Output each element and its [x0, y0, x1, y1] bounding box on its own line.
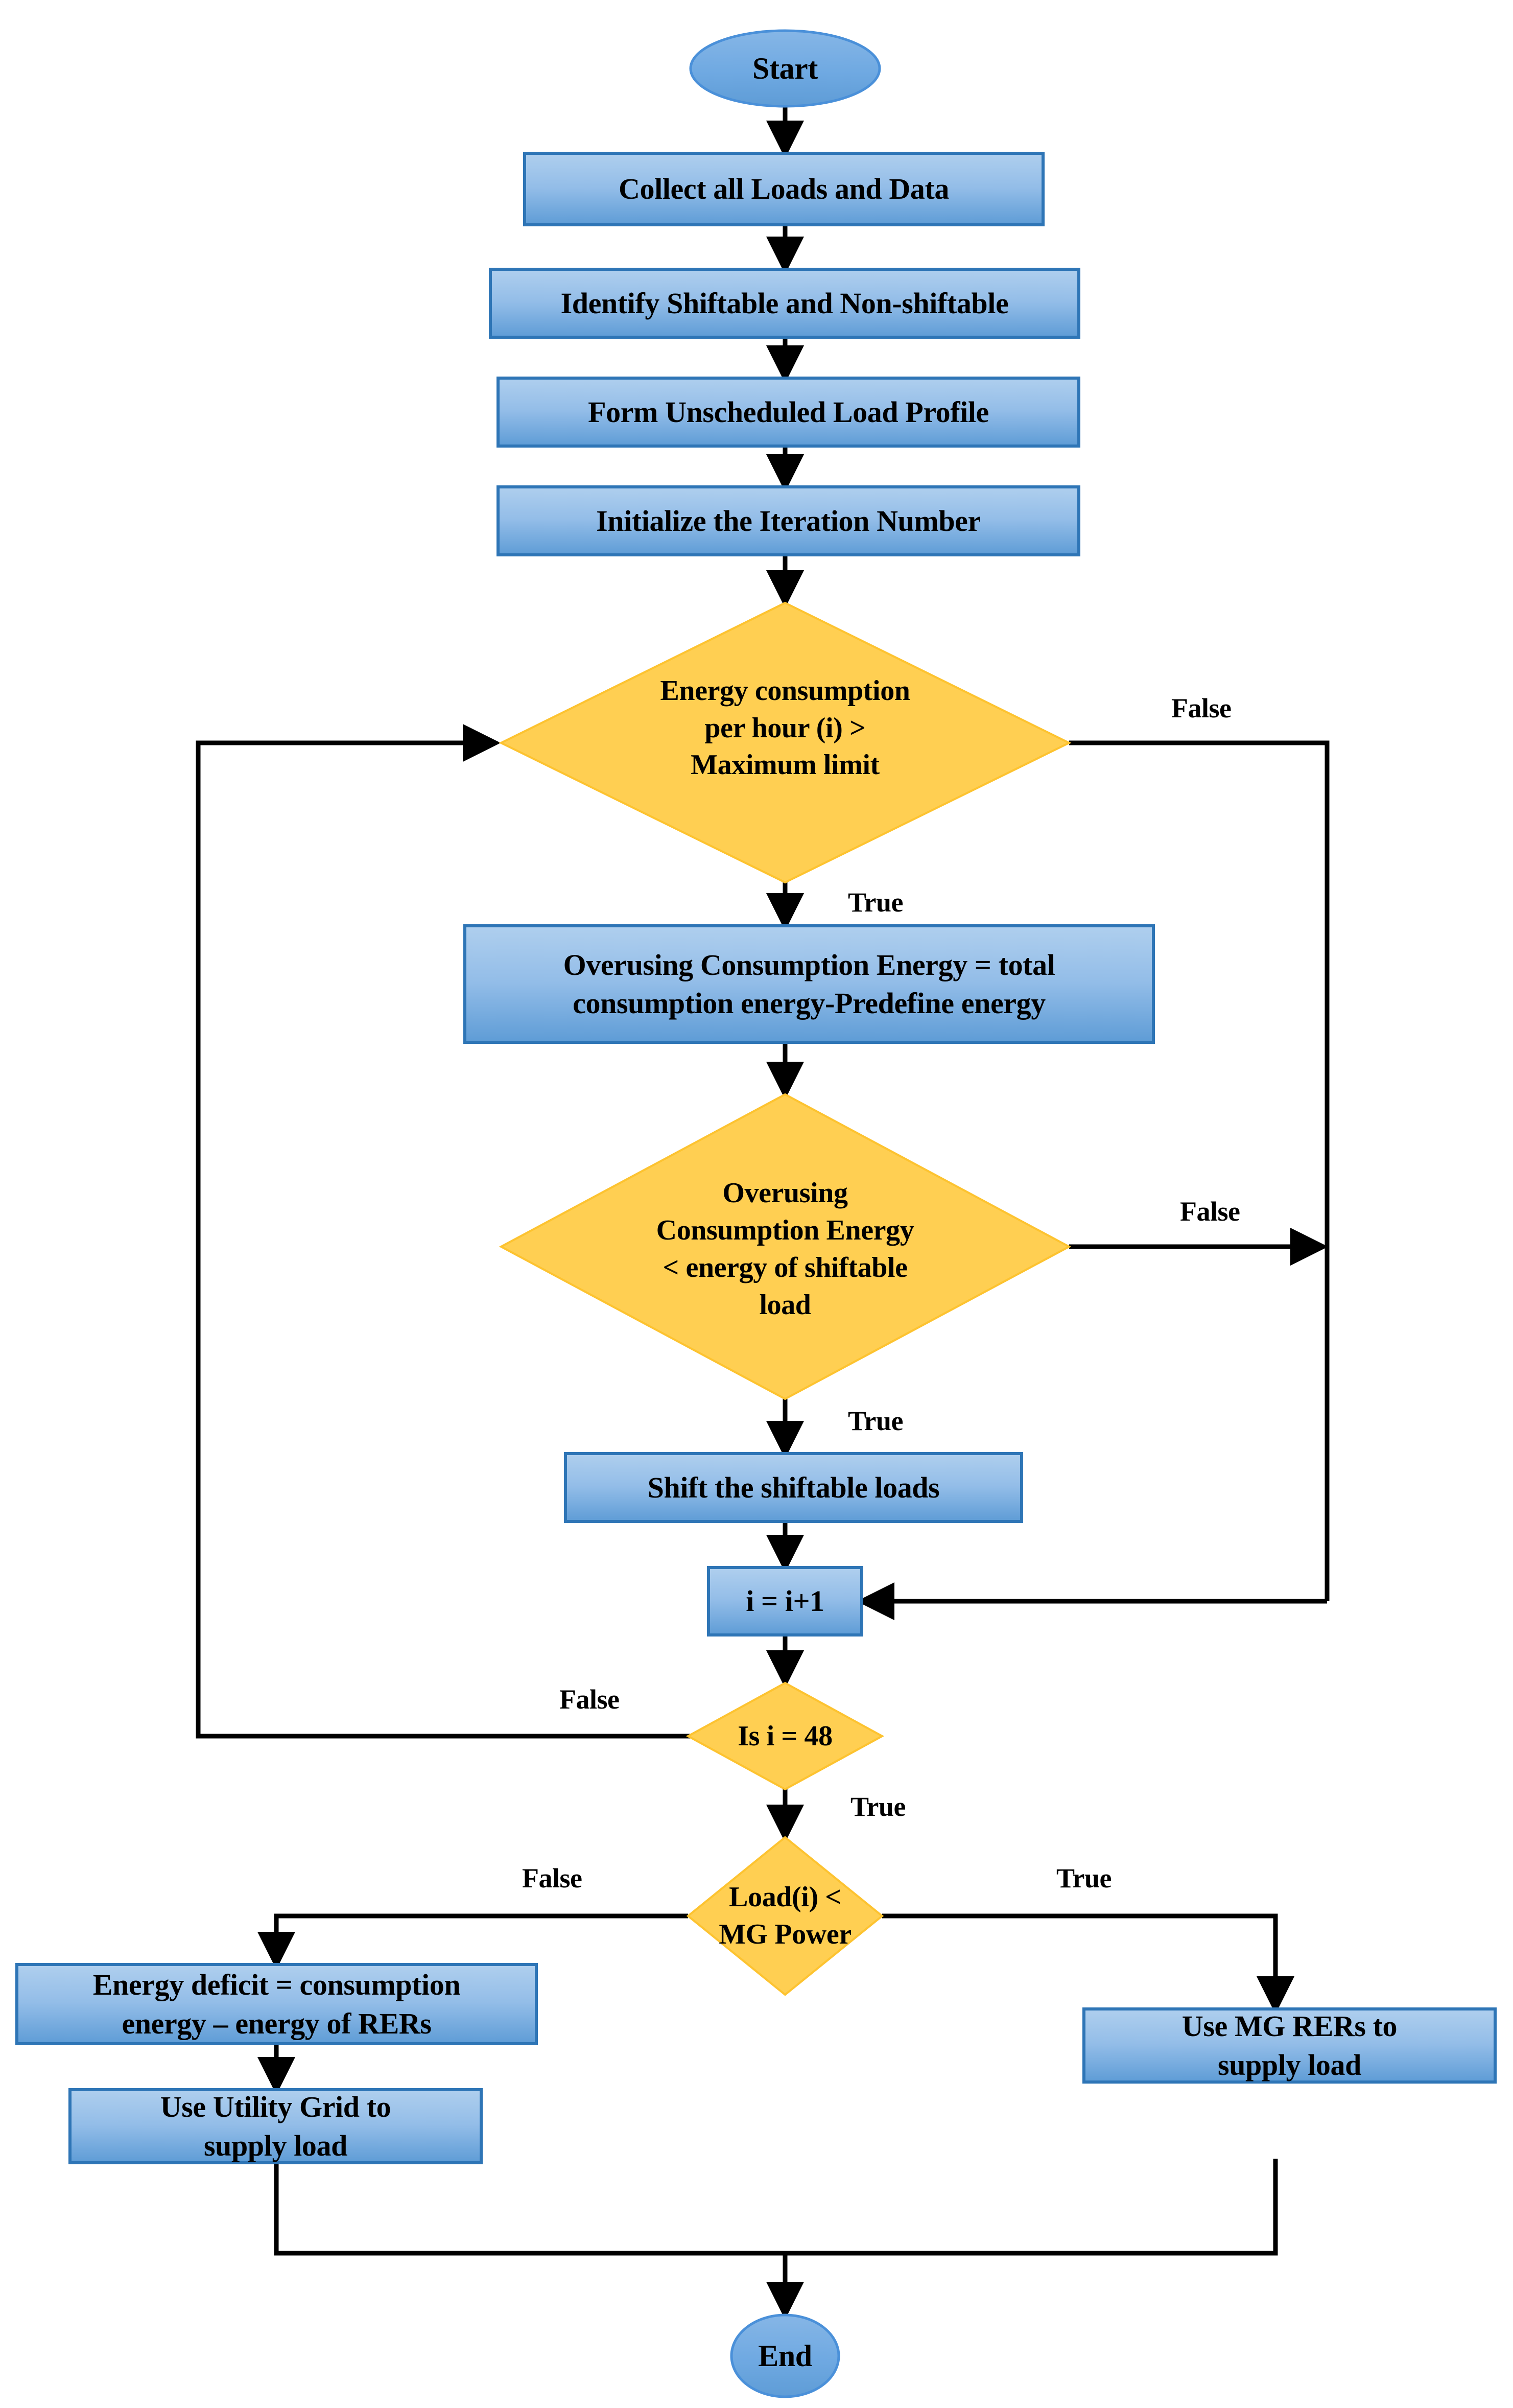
edge-mgrers-to-merge	[785, 2159, 1278, 2256]
edge-label-overusing-false: False	[1180, 1196, 1240, 1227]
node-decision-i48-shape	[685, 1681, 885, 1791]
edge-loadmg-true	[882, 1913, 1295, 2015]
flowchart-shapes-and-connectors	[15, 29, 1497, 2398]
node-overusing-calc-shape	[463, 924, 1155, 1044]
edge-energy-false-rail	[1069, 740, 1330, 1601]
node-end-shape	[730, 2313, 840, 2398]
node-use-utility-grid-shape	[68, 2088, 483, 2164]
node-start-shape	[689, 29, 881, 108]
node-shift-loads-shape	[564, 1452, 1023, 1523]
node-form-profile-shape	[497, 377, 1080, 448]
edge-label-overusing-true: True	[848, 1406, 903, 1436]
edge-label-i48-true: True	[850, 1791, 906, 1822]
node-identify-shape	[489, 268, 1080, 339]
edge-loadmg-false	[257, 1913, 688, 1970]
edge-label-loadmg-true: True	[1056, 1863, 1112, 1893]
node-init-iteration-shape	[497, 485, 1080, 556]
edge-label-loadmg-false: False	[522, 1863, 582, 1893]
node-collect-shape	[523, 152, 1045, 226]
flowchart-canvas: Start Collect all Loads and Data Identif…	[0, 0, 1513, 2408]
node-increment-shape	[707, 1566, 863, 1636]
edge-label-energy-true: True	[848, 887, 903, 918]
edge-utility-to-merge	[274, 2163, 785, 2256]
edge-label-i48-false: False	[559, 1684, 620, 1715]
node-energy-deficit-shape	[15, 1963, 538, 2045]
node-use-mg-rers-shape	[1082, 2007, 1497, 2084]
node-decision-load-mg-shape	[686, 1836, 884, 1996]
node-decision-energy-shape	[499, 601, 1072, 884]
edge-label-energy-false: False	[1171, 693, 1232, 723]
node-decision-overusing-shape	[499, 1093, 1072, 1400]
